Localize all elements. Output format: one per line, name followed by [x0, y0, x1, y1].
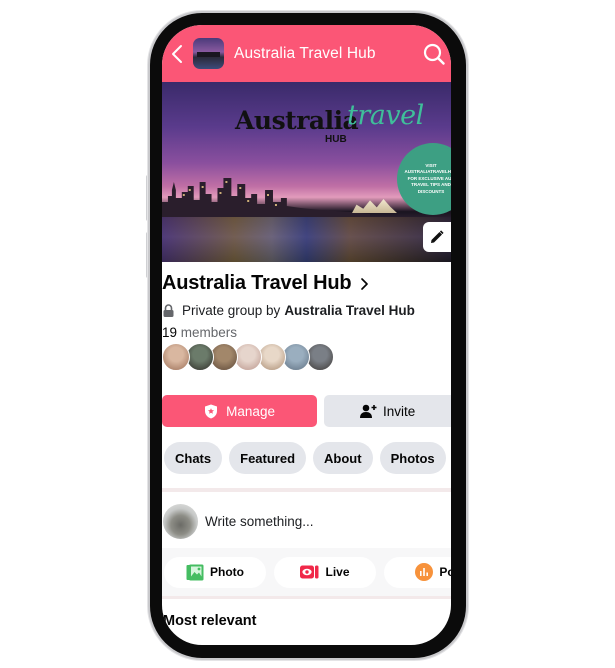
section-divider: [162, 488, 451, 492]
privacy-label: Private group by: [182, 303, 281, 318]
cover-photo[interactable]: Australia travel HUB VISIT AUSTRALIATRAV…: [162, 82, 451, 262]
group-tabs: Chats Featured About Photos: [164, 442, 451, 474]
group-owner-link[interactable]: Australia Travel Hub: [284, 303, 415, 318]
back-button[interactable]: [166, 39, 188, 69]
photo-icon: [186, 564, 204, 581]
member-avatars[interactable]: [162, 343, 334, 371]
live-video-icon: [300, 565, 319, 579]
poll-icon: [415, 563, 434, 581]
lock-icon: [163, 304, 174, 317]
member-avatar[interactable]: [234, 343, 262, 371]
member-avatar[interactable]: [210, 343, 238, 371]
members-count[interactable]: 19 members: [162, 325, 237, 340]
member-avatar[interactable]: [186, 343, 214, 371]
live-button[interactable]: Live: [274, 556, 376, 588]
manage-button[interactable]: Manage: [162, 395, 318, 427]
action-buttons: Manage Invite: [162, 395, 451, 427]
user-avatar[interactable]: [163, 503, 198, 539]
invite-button[interactable]: Invite: [324, 395, 451, 427]
member-avatar[interactable]: [282, 343, 310, 371]
live-label: Live: [325, 565, 350, 579]
search-button[interactable]: [419, 39, 449, 69]
tab-photos[interactable]: Photos: [379, 442, 446, 474]
chevron-right-icon: [360, 277, 369, 291]
group-thumbnail[interactable]: [193, 38, 224, 69]
tab-chats[interactable]: Chats: [164, 442, 223, 474]
photo-button[interactable]: Photo: [164, 556, 266, 588]
cover-title: Australia: [235, 106, 359, 135]
header-title: Australia Travel Hub: [234, 44, 376, 62]
group-name: Australia Travel Hub: [162, 272, 352, 294]
privacy-info: Private group by Australia Travel Hub: [163, 303, 415, 318]
poll-button[interactable]: Po: [384, 556, 451, 588]
promo-badge: VISIT AUSTRALIATRAVELHUB FOR EXCLUSIVE A…: [399, 145, 451, 213]
member-avatar[interactable]: [162, 343, 190, 371]
members-label: members: [180, 325, 238, 340]
write-something-input[interactable]: Write something...: [205, 514, 314, 529]
search-icon: [423, 43, 445, 65]
top-bar: Australia Travel Hub: [162, 25, 451, 82]
water-reflection: [162, 217, 451, 262]
phone-screen: Australia Travel Hub Australia travel HU…: [162, 25, 451, 645]
group-name-row[interactable]: Australia Travel Hub: [162, 272, 369, 295]
cover-title-sub: HUB: [325, 134, 347, 145]
tab-featured[interactable]: Featured: [229, 442, 307, 474]
photo-label: Photo: [210, 565, 244, 579]
member-avatar[interactable]: [306, 343, 334, 371]
invite-label: Invite: [382, 403, 416, 419]
post-composer[interactable]: Write something...: [162, 501, 451, 541]
manage-label: Manage: [226, 403, 275, 419]
cover-title-script: travel: [347, 100, 424, 131]
quick-actions-row: Photo Live Po: [162, 548, 451, 596]
add-person-icon: [359, 404, 377, 418]
member-avatar[interactable]: [258, 343, 286, 371]
pencil-icon: [431, 230, 444, 243]
tab-about[interactable]: About: [313, 442, 373, 474]
member-count-value: 19: [162, 325, 178, 340]
sort-label[interactable]: Most relevant: [163, 613, 256, 629]
edit-cover-button[interactable]: [423, 222, 451, 252]
chevron-left-icon: [172, 44, 182, 63]
section-divider: [162, 596, 451, 599]
shield-star-icon: [204, 404, 218, 419]
poll-label: Po: [439, 565, 451, 579]
city-skyline-graphic: [162, 178, 371, 217]
